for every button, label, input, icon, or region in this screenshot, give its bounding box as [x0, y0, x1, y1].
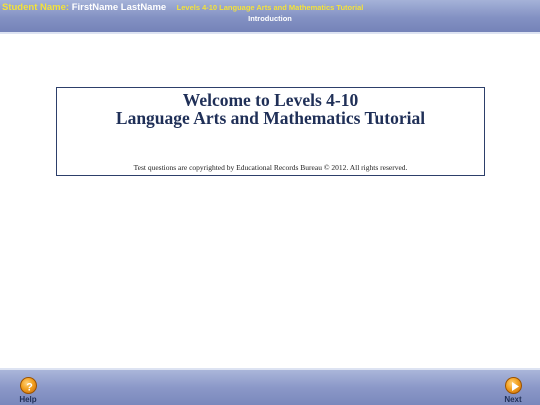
app-title: Levels 4-10 Language Arts and Mathematic… — [176, 3, 364, 12]
bottom-bar: ? Help Next — [0, 368, 540, 405]
help-label: Help — [19, 395, 37, 404]
next-button[interactable]: Next — [498, 375, 528, 405]
student-name-display: Student Name: FirstName LastName — [2, 2, 166, 13]
top-bar: Student Name: FirstName LastName Levels … — [0, 0, 540, 34]
section-title: Introduction — [248, 14, 292, 23]
svg-text:?: ? — [26, 382, 33, 394]
help-button[interactable]: ? Help — [13, 375, 43, 405]
copyright-notice: Test questions are copyrighted by Educat… — [133, 163, 408, 172]
welcome-panel: Welcome to Levels 4-10 Language Arts and… — [56, 87, 485, 176]
arrow-right-icon — [505, 377, 522, 394]
question-mark-icon: ? — [20, 377, 37, 394]
next-label: Next — [504, 395, 522, 404]
welcome-subheading: Language Arts and Mathematics Tutorial — [115, 108, 426, 128]
student-name-label: Student Name: — [2, 2, 70, 13]
